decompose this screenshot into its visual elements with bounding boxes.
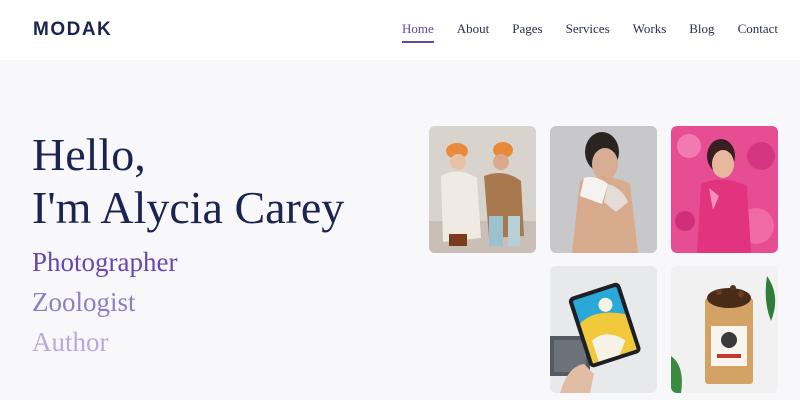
nav-home[interactable]: Home [401,21,434,43]
role-zoologist: Zoologist [32,287,136,317]
nav-contact[interactable]: Contact [738,21,778,40]
nav-services[interactable]: Services [566,21,610,40]
gallery-photo-portrait[interactable] [550,126,657,253]
role-list: Photographer Zoologist Author [32,242,344,362]
nav-pages[interactable]: Pages [512,21,542,40]
gallery-photo-tablet[interactable] [550,266,657,393]
site-header: MODAK Home About Pages Services Works Bl… [0,0,800,60]
nav-works[interactable]: Works [633,21,667,40]
logo[interactable]: MODAK [33,19,112,41]
hero-greeting: Hello, [32,129,146,180]
gallery-photo-coffee-bag[interactable] [671,266,778,393]
nav-blog[interactable]: Blog [689,21,714,40]
role-author: Author [32,327,109,357]
gallery-photo-pink-paint[interactable] [671,126,778,253]
gallery-photo-fashion-couple[interactable] [429,126,536,253]
hero-intro: Hello, I'm Alycia Carey Photographer Zoo… [32,128,344,362]
main-nav: Home About Pages Services Works Blog Con… [379,21,778,43]
nav-about[interactable]: About [457,21,490,40]
hero-name: I'm Alycia Carey [32,182,345,233]
role-photographer: Photographer [32,247,178,277]
